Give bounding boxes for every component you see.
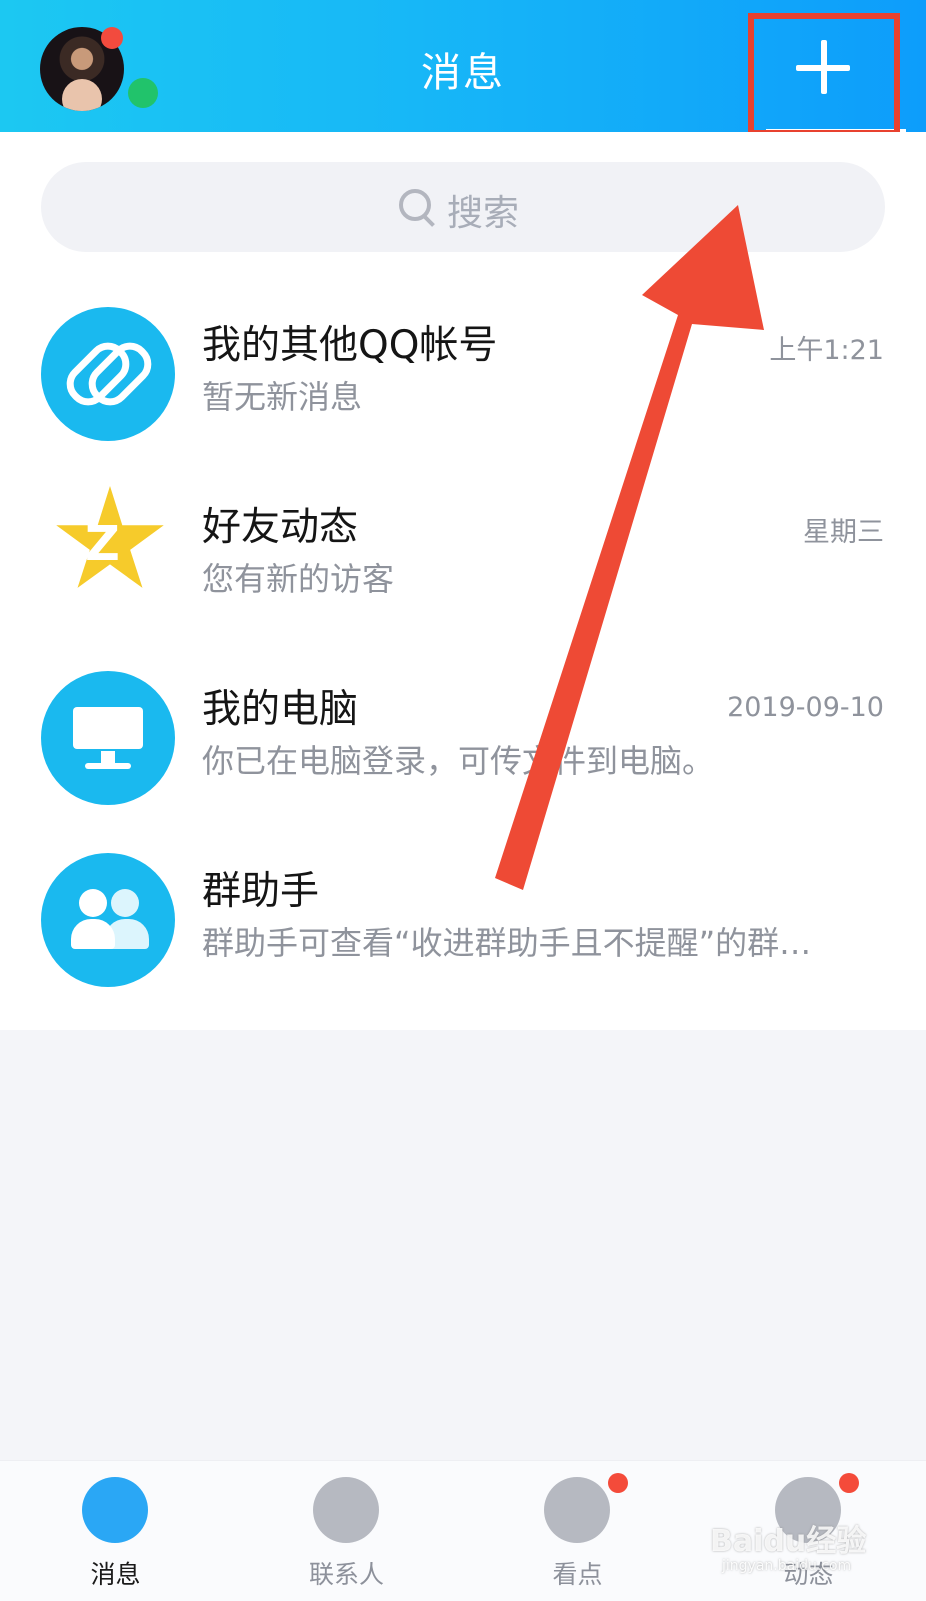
group-icon xyxy=(41,853,175,987)
conversation-name: 群助手 xyxy=(202,869,320,914)
list-item[interactable]: Z 好友动态 您有新的访客 星期三 xyxy=(0,442,926,628)
tab-messages[interactable]: 消息 xyxy=(0,1461,231,1601)
tab-badge-dot xyxy=(839,1473,859,1493)
search-icon xyxy=(399,189,431,221)
conversation-preview: 暂无新消息 xyxy=(202,378,363,416)
message-icon xyxy=(82,1477,148,1543)
link-icon xyxy=(41,307,175,441)
watermark-brand: Baidu经验 xyxy=(710,1524,867,1559)
list-item[interactable]: 我的其他QQ帐号 暂无新消息 上午1:21 xyxy=(0,260,926,446)
conversation-name: 我的电脑 xyxy=(202,687,359,732)
conversation-time: 2019-09-10 xyxy=(727,692,884,723)
tab-badge-dot xyxy=(608,1473,628,1493)
conversation-time: 上午1:21 xyxy=(769,335,884,366)
eye-icon xyxy=(544,1477,610,1543)
highlight-box xyxy=(748,13,900,136)
tab-label: 联系人 xyxy=(308,1560,384,1589)
watermark-url: jingyan.baidu.com xyxy=(722,1558,852,1574)
conversation-time: 星期三 xyxy=(803,517,884,548)
conversation-preview: 群助手可查看“收进群助手且不提醒”的群… xyxy=(202,924,812,962)
tab-label: 消息 xyxy=(90,1560,141,1589)
contacts-icon xyxy=(313,1477,379,1543)
conversation-name: 好友动态 xyxy=(202,505,359,550)
tab-contacts[interactable]: 联系人 xyxy=(231,1461,462,1601)
list-item[interactable]: 群助手 群助手可查看“收进群助手且不提醒”的群… xyxy=(0,806,926,992)
list-item[interactable]: 我的电脑 你已在电脑登录，可传文件到电脑。 2019-09-10 xyxy=(0,624,926,810)
tab-kandian[interactable]: 看点 xyxy=(462,1461,693,1601)
search-placeholder: 搜索 xyxy=(447,193,520,234)
tab-label: 看点 xyxy=(552,1560,603,1589)
top-bar: 消息 xyxy=(0,0,926,136)
computer-icon xyxy=(41,671,175,805)
search-bar[interactable]: 搜索 xyxy=(41,162,885,252)
conversation-list: 搜索 我的其他QQ帐号 暂无新消息 上午1:21 Z 好友动态 您有新的访客 星… xyxy=(0,132,926,1030)
qzone-z-glyph: Z xyxy=(85,516,120,572)
conversation-preview: 您有新的访客 xyxy=(202,560,395,598)
conversation-preview: 你已在电脑登录，可传文件到电脑。 xyxy=(202,742,715,780)
conversation-name: 我的其他QQ帐号 xyxy=(202,323,498,368)
